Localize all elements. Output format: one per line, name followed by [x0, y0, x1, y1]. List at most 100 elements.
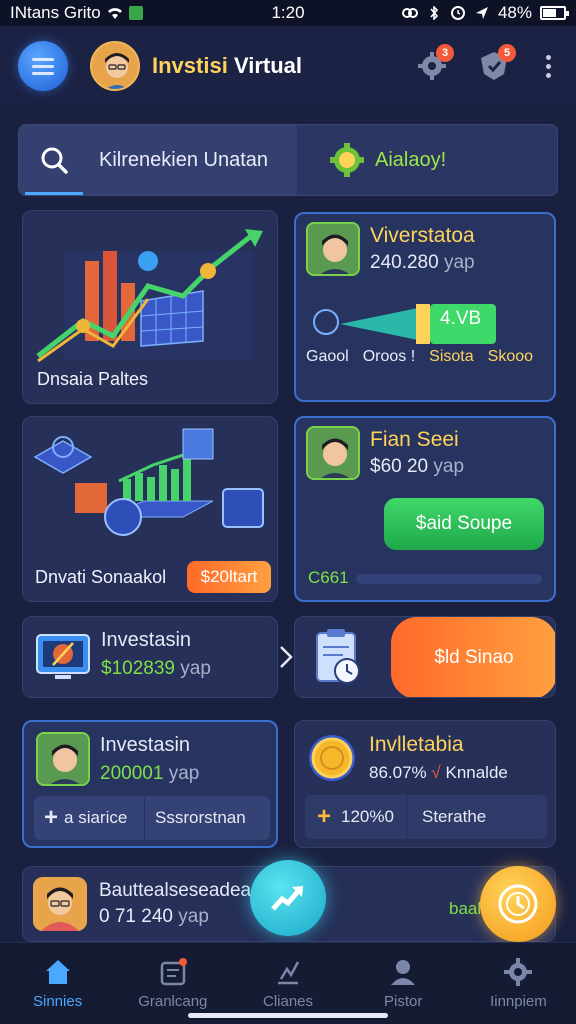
battery-percent: 48% [497, 3, 532, 22]
chevron-right-icon[interactable] [278, 644, 294, 670]
investasin2-amount: 200001 [100, 762, 164, 784]
link-icon [401, 8, 418, 18]
investment-label-3: Sisota [429, 348, 474, 365]
coin-amount: 86.07% [369, 763, 427, 782]
investment-label-2: Oroos ! [362, 348, 416, 365]
app-notification-icon [128, 6, 143, 20]
plan-action-button[interactable]: $aid Soupe [384, 498, 544, 550]
shield-button[interactable]: 5 [476, 44, 516, 84]
coin-bar-right[interactable]: Sterathe [408, 807, 486, 827]
alarm-icon [450, 6, 465, 20]
trend-icon [271, 886, 303, 911]
settings-badge: 3 [436, 44, 454, 62]
add-button-label: a siarice [64, 808, 128, 827]
bottom-card-title: Bauttealseseadea [99, 880, 252, 901]
market-chart-card[interactable]: Dnsaia Paltes [22, 210, 278, 404]
search-icon [41, 147, 68, 174]
market-chart-card-label: Dnsaia Paltes [37, 369, 149, 389]
search-tabs: Kilrenekien Unatan Aialaoy! [18, 124, 558, 196]
search-tab-label: Kilrenekien Unatan [99, 148, 268, 171]
plan-avatar [306, 426, 360, 480]
calendar-icon [160, 958, 187, 986]
status-bar: INtans Grito 1:20 48% [0, 0, 576, 26]
home-icon [45, 960, 70, 984]
coin-card[interactable]: Invlletabia 86.07% √ Knnalde + 120%0 Ste… [294, 720, 556, 848]
shield-badge: 5 [498, 44, 516, 62]
person-icon [308, 224, 358, 274]
investasin2-bar: + a siarice Sssrorstnan [34, 796, 270, 840]
orange-action-button[interactable]: $ld Sinao [391, 617, 555, 697]
investment-label-4: Skooo [487, 348, 534, 365]
plan-card[interactable]: Fian Seei $60 20 yap $aid Soupe C661 [294, 416, 556, 602]
app-title-part1: Invstisi [152, 53, 228, 78]
coin-add-button[interactable]: + 120%0 [305, 803, 407, 831]
investment-labels: Gaool Oroos ! Sisota Skooo [306, 348, 533, 366]
bottom-card-amount: 0 71 240 [99, 906, 173, 927]
investasin2-bar-right[interactable]: Sssrorstnan [145, 808, 246, 828]
plan-amount: $60 20 [370, 456, 429, 477]
investment-summary-card[interactable]: Viverstatoa 240.280 yap 4.VB Gaool Oroos… [294, 212, 556, 402]
bottom-avatar [33, 877, 87, 931]
nav-label-calendar: Granlcang [138, 993, 208, 1010]
app-header: Invstisi Virtual 3 5 [0, 26, 576, 106]
nav-item-home[interactable]: Sinnies [0, 943, 115, 1024]
investment-progress-value: 4.VB [440, 308, 482, 329]
bluetooth-icon [430, 6, 439, 20]
start-button[interactable]: $20ltart [187, 561, 271, 593]
investasin-amount: $102839 [101, 658, 175, 679]
plan-title: Fian Seei [370, 428, 459, 451]
nav-label-profile: Pistor [384, 993, 423, 1010]
location-icon [475, 7, 488, 19]
coin-fab-button[interactable] [480, 866, 556, 942]
person-icon [92, 43, 138, 89]
coin-bar: + 120%0 Sterathe [305, 795, 547, 839]
nav-item-chart[interactable]: Clianes [230, 943, 345, 1024]
nav-item-profile[interactable]: Pistor [346, 943, 461, 1024]
investasin-unit: yap [180, 658, 211, 679]
person-icon [308, 428, 358, 478]
coin-icon [309, 735, 355, 781]
battery-icon [540, 6, 569, 20]
alerts-tab[interactable]: Aialaoy! [297, 125, 557, 195]
nav-label-home: Sinnies [33, 993, 83, 1010]
investment-unit: yap [443, 252, 475, 273]
more-options-button[interactable] [538, 54, 558, 78]
investor-avatar [306, 222, 360, 276]
nav-label-chart: Clianes [262, 993, 314, 1010]
plus-icon: + [317, 803, 332, 830]
person-icon [33, 877, 87, 931]
settings-button[interactable]: 3 [414, 44, 454, 84]
invest-program-card[interactable]: Dnvati Sonaakol $20ltart [22, 416, 278, 602]
bottom-card-unit: yap [178, 906, 209, 927]
app-title-part2: Virtual [233, 53, 302, 78]
isometric-finance-icon [33, 428, 264, 536]
coin-clock-icon [498, 884, 538, 924]
nav-item-settings[interactable]: Iinnpiem [461, 943, 576, 1024]
app-title: Invstisi Virtual [152, 53, 302, 79]
investasin-title: Investasin [101, 629, 192, 651]
chart-icon [278, 961, 300, 985]
coin-title: Invlletabia [369, 733, 464, 756]
menu-button[interactable] [18, 41, 68, 91]
coin-bar-left: 120%0 [341, 807, 394, 826]
plus-icon: + [44, 804, 59, 831]
clipboard-action-card[interactable]: $ld Sinao [294, 616, 556, 698]
gear-alert-icon [330, 143, 364, 177]
nav-item-calendar[interactable]: Granlcang [115, 943, 230, 1024]
investasin-progress-card[interactable]: Investasin 200001 yap + a siarice Sssror… [22, 720, 278, 848]
center-fab-button[interactable] [250, 860, 326, 936]
investment-label-1: Gaool [306, 348, 349, 365]
profile-avatar[interactable] [90, 41, 140, 91]
plan-unit: yap [433, 456, 465, 477]
invest-program-label: Dnvati Sonaakol [35, 567, 167, 587]
clipboard-clock-icon [316, 629, 360, 684]
add-button[interactable]: + a siarice [34, 804, 144, 832]
wifi-icon [107, 8, 122, 19]
coin-mark: √ [431, 763, 441, 782]
plan-progress-track [356, 574, 542, 584]
investment-title: Viverstatoa [370, 224, 475, 247]
investasin-card[interactable]: Investasin $102839 yap [22, 616, 278, 698]
search-tab[interactable]: Kilrenekien Unatan [19, 125, 297, 195]
monitor-chart-icon [36, 634, 90, 679]
investasin2-unit: yap [168, 762, 200, 784]
